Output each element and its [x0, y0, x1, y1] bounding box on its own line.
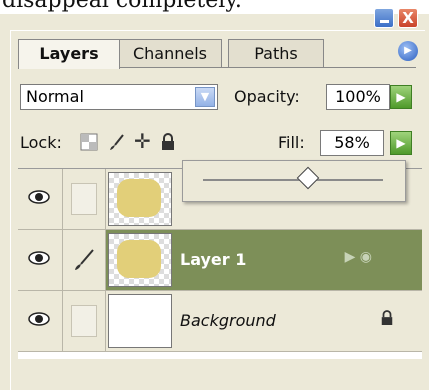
close-button[interactable]: X — [398, 8, 418, 28]
layer-name: Layer 1 — [180, 250, 247, 269]
layer-thumbnail — [108, 172, 172, 226]
layer-row[interactable]: Background — [18, 291, 422, 352]
layer-name-cell[interactable]: Background — [106, 291, 422, 351]
fill-arrow-button[interactable]: ▶ — [390, 131, 412, 155]
visibility-toggle[interactable] — [18, 169, 63, 229]
yellow-blob — [117, 179, 161, 217]
brush-lock-icon[interactable] — [108, 133, 126, 156]
blend-mode-select[interactable]: Normal ▼ — [20, 84, 218, 110]
layer-thumbnail — [108, 233, 172, 287]
minimize-button[interactable] — [374, 8, 394, 28]
eye-icon — [28, 312, 50, 326]
eye-icon — [28, 190, 50, 204]
visibility-toggle[interactable] — [18, 291, 63, 351]
opacity-arrow-button[interactable]: ▶ — [390, 85, 412, 109]
tab-paths[interactable]: Paths — [228, 39, 324, 67]
fill-label: Fill: — [278, 133, 305, 152]
layer-style-icon[interactable]: ▶ ◉ — [345, 249, 372, 265]
chevron-down-icon[interactable]: ▼ — [195, 87, 215, 107]
padlock-icon — [380, 310, 394, 330]
link-cell[interactable] — [63, 169, 106, 229]
fill-slider-knob[interactable] — [297, 166, 320, 190]
brush-icon — [75, 249, 94, 270]
link-cell[interactable] — [63, 230, 106, 290]
blend-mode-value: Normal — [26, 87, 84, 106]
tutorial-caption-text: disappeal completely. — [0, 0, 429, 14]
panel-menu-icon: ▶ — [404, 45, 412, 56]
opacity-label: Opacity: — [234, 87, 300, 106]
eye-icon — [28, 251, 50, 265]
visibility-toggle[interactable] — [18, 230, 63, 290]
move-lock-icon[interactable]: ✛ — [134, 131, 151, 151]
arrow-right-icon: ▶ — [396, 136, 406, 150]
padlock-icon[interactable] — [160, 133, 176, 156]
link-box — [71, 183, 97, 215]
arrow-right-icon: ▶ — [396, 90, 406, 104]
lock-label: Lock: — [20, 133, 62, 152]
layer-row[interactable]: Layer 1 ▶ ◉ — [18, 230, 422, 291]
opacity-field[interactable]: 100% — [326, 84, 390, 110]
transparency-lock-icon[interactable] — [80, 133, 98, 156]
fill-slider-popup — [182, 160, 406, 202]
yellow-blob — [117, 240, 161, 278]
minimize-icon — [380, 20, 389, 23]
panel-menu-button[interactable]: ▶ — [398, 41, 418, 61]
fill-slider-track[interactable] — [203, 179, 383, 181]
layer-name: Background — [180, 311, 276, 330]
link-cell[interactable] — [63, 291, 106, 351]
layer-thumbnail — [108, 294, 172, 348]
fill-field[interactable]: 58% — [320, 130, 384, 156]
layer-name-cell[interactable]: Layer 1 ▶ ◉ — [106, 230, 422, 290]
tab-layers[interactable]: Layers — [18, 39, 120, 69]
tab-channels[interactable]: Channels — [118, 39, 222, 67]
link-box — [71, 305, 97, 337]
